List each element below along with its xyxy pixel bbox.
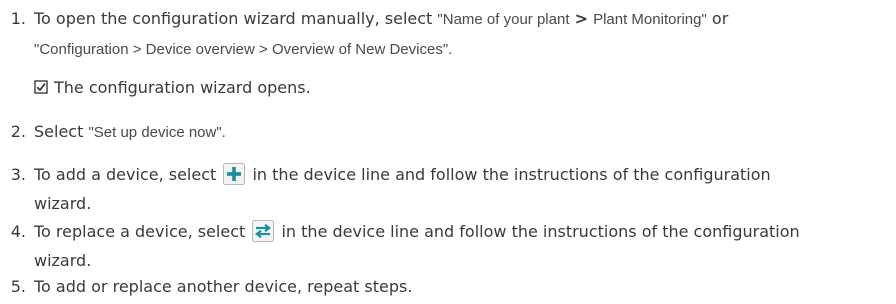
step-number: 3. bbox=[10, 165, 26, 184]
step-1-result: The configuration wizard opens. bbox=[34, 73, 311, 102]
step-text: To add a device, select in the device li… bbox=[34, 163, 771, 213]
step-text: Select "Set up device now". bbox=[34, 122, 226, 141]
step-number: 1. bbox=[10, 9, 26, 28]
result-text: The configuration wizard opens. bbox=[54, 78, 311, 97]
step-text: To add or replace another device, repeat… bbox=[34, 277, 413, 296]
step-number: 5. bbox=[10, 277, 26, 296]
ui-path-device-overview: Configuration > Device overview > Overvi… bbox=[39, 41, 443, 58]
step-number: 2. bbox=[10, 122, 26, 141]
step-number: 4. bbox=[10, 222, 26, 241]
plus-icon bbox=[223, 163, 246, 185]
step-text: To open the configuration wizard manuall… bbox=[34, 9, 729, 58]
ui-path-plant-monitoring: Plant Monitoring bbox=[593, 11, 702, 28]
ui-path-plant-name: Name of your plant bbox=[442, 11, 570, 28]
swap-arrows-icon bbox=[252, 220, 275, 242]
ui-set-up-device-now: Set up device now bbox=[93, 124, 217, 141]
step-text: To replace a device, select in the devic… bbox=[34, 220, 800, 270]
checkbox-checked-icon bbox=[34, 80, 48, 94]
instruction-list: 1. To open the configuration wizard manu… bbox=[0, 0, 896, 304]
